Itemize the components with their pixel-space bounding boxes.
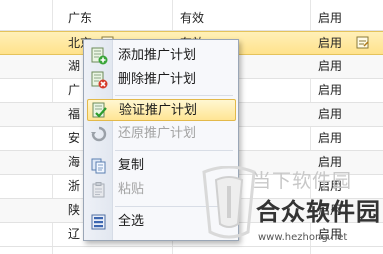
- verify-plan-icon: [91, 102, 109, 120]
- menu-item-add-plan[interactable]: 添加推广计划: [87, 45, 236, 67]
- menu-item-label: 全选: [118, 214, 145, 229]
- usage-cell: 启用: [318, 36, 343, 50]
- usage-cell: 启用: [318, 131, 343, 145]
- add-plan-icon: [90, 47, 108, 65]
- watermark: 当下软件园 合众软件园 www.hezhong.net: [196, 160, 383, 254]
- menu-item-label: 删除推广计划: [118, 72, 197, 87]
- menu-item-label: 验证推广计划: [119, 103, 198, 118]
- paste-icon: [90, 181, 108, 199]
- menu-item-restore-plan[interactable]: 还原推广计划: [87, 123, 236, 145]
- restore-plan-icon: [90, 125, 108, 143]
- menu-item-label: 复制: [118, 158, 145, 173]
- menu-item-label: 还原推广计划: [118, 126, 197, 141]
- usage-cell: 启用: [318, 59, 343, 73]
- menu-item-label: 粘贴: [118, 182, 145, 197]
- select-all-icon: [90, 213, 108, 231]
- watermark-site-name-faint: 当下软件园: [252, 170, 353, 192]
- watermark-url: www.hezhong.net: [258, 232, 348, 243]
- menu-separator: [115, 95, 233, 96]
- usage-cell: 启用: [318, 107, 343, 121]
- usage-cell: 启用: [318, 11, 343, 25]
- menu-separator: [115, 150, 233, 151]
- status-cell: 有效: [180, 11, 205, 25]
- menu-item-delete-plan[interactable]: 删除推广计划: [87, 69, 236, 91]
- table-row[interactable]: 广东 有效 启用: [0, 7, 383, 31]
- edit-note-icon[interactable]: [356, 36, 370, 50]
- delete-plan-icon: [90, 71, 108, 89]
- copy-icon: [90, 157, 108, 175]
- watermark-site-name: 合众软件园: [256, 198, 381, 226]
- area-cell: 广东: [68, 11, 93, 25]
- menu-item-verify-plan[interactable]: 验证推广计划: [87, 99, 236, 121]
- usage-cell: 启用: [318, 83, 343, 97]
- menu-item-label: 添加推广计划: [118, 48, 197, 63]
